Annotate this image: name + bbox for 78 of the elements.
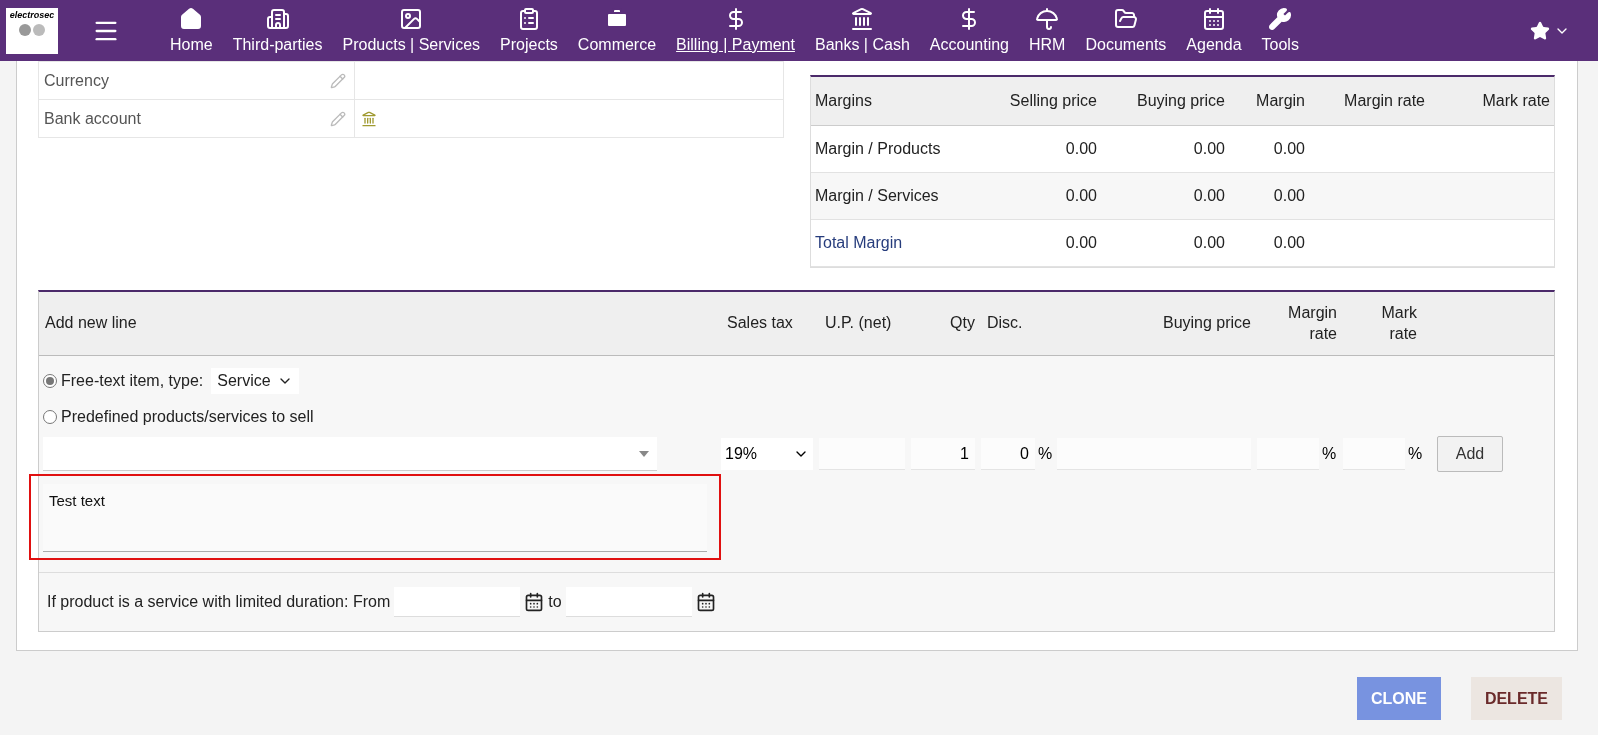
nav-item[interactable]: HRM <box>1019 7 1076 54</box>
calendar-icon <box>1201 7 1226 31</box>
row-label: Total Margin <box>814 234 904 252</box>
date-field[interactable] <box>394 587 521 617</box>
column-header: Margins <box>814 92 873 110</box>
product-select[interactable] <box>43 437 657 471</box>
date-field[interactable] <box>565 587 692 617</box>
option-label: Predefined products/services to sell <box>61 408 314 426</box>
row-label: Margin / Services <box>814 187 940 205</box>
table-cell-text: 0.00 <box>1064 187 1098 205</box>
nav-item[interactable]: Documents <box>1075 7 1177 54</box>
wrench-icon <box>1268 7 1293 31</box>
calendar-icon[interactable] <box>695 592 716 612</box>
column-header: Margin rate <box>1343 92 1426 110</box>
buying-price-field[interactable] <box>1057 438 1251 470</box>
nav-item[interactable]: Home <box>160 7 223 54</box>
nav-item[interactable]: Accounting <box>919 7 1019 54</box>
bank-icon <box>850 7 875 31</box>
add-button[interactable]: Add <box>1437 436 1503 472</box>
table-cell-text: 0.00 <box>1272 140 1306 158</box>
mark-rate-field[interactable] <box>1343 438 1405 470</box>
duration-label: If product is a service with limited duration: From <box>47 593 391 611</box>
panel-title: Add new line <box>44 313 138 334</box>
image-icon <box>399 7 424 31</box>
nav-item[interactable]: Tools <box>1251 7 1309 54</box>
type-select[interactable]: Service <box>211 368 299 394</box>
pencil-icon[interactable] <box>330 72 346 89</box>
building-icon <box>265 7 290 31</box>
column-header: Margin rate <box>1287 302 1338 344</box>
table-cell-text: 0.00 <box>1064 234 1098 252</box>
option-label: Free-text item, type: <box>61 372 204 390</box>
nav-item[interactable]: Banks | Cash <box>804 7 920 54</box>
table-cell-text: 0.00 <box>1272 187 1306 205</box>
table-cell-text: 0.00 <box>1192 140 1226 158</box>
table-cell-text: 0.00 <box>1192 187 1226 205</box>
table-cell-text: 0.00 <box>1064 140 1098 158</box>
pencil-icon[interactable] <box>330 110 346 127</box>
column-header: Margin <box>1255 92 1306 110</box>
nav-item[interactable]: Projects <box>490 7 568 54</box>
discount-field[interactable]: 0 <box>981 438 1035 470</box>
percent-sign: % <box>1322 445 1337 463</box>
house-icon <box>179 7 204 31</box>
column-header: Buying price <box>1161 313 1252 334</box>
nav-item[interactable]: Third-parties <box>222 7 333 54</box>
action-button[interactable]: DELETE <box>1470 677 1562 720</box>
to-label: to <box>548 593 562 611</box>
calendar-icon[interactable] <box>524 592 545 612</box>
column-header: U.P. (net) <box>824 313 893 334</box>
certification-icon <box>17 22 47 37</box>
label-text: Currency <box>44 71 109 90</box>
row-label: Margin / Products <box>814 140 942 158</box>
column-header: Selling price <box>1008 92 1098 110</box>
nav-item[interactable]: Commerce <box>567 7 667 54</box>
qty-field[interactable]: 1 <box>911 438 975 470</box>
label-text: Bank account <box>44 109 141 128</box>
percent-sign: % <box>1038 445 1053 463</box>
star-icon <box>1530 20 1550 41</box>
column-header: Qty <box>949 313 976 334</box>
nav-item[interactable]: Products | Services <box>332 7 491 54</box>
radio-button[interactable] <box>43 410 57 424</box>
logo-text: electrosec <box>9 9 55 20</box>
nav-item[interactable]: Agenda <box>1176 7 1252 54</box>
table-cell-text: 0.00 <box>1272 234 1306 252</box>
column-header: Disc. <box>986 313 1024 334</box>
column-header: Sales tax <box>726 313 794 334</box>
margin-rate-field[interactable] <box>1257 438 1319 470</box>
bank-icon <box>361 110 377 127</box>
percent-sign: % <box>1408 445 1423 463</box>
column-header: Mark rate <box>1380 302 1418 344</box>
column-header: Buying price <box>1135 92 1226 110</box>
umbrella-icon <box>1035 7 1060 31</box>
price-field[interactable] <box>819 438 905 470</box>
radio-button[interactable] <box>43 374 57 388</box>
table-cell-text: 0.00 <box>1192 234 1226 252</box>
sales-tax-select[interactable]: 19% <box>721 438 813 470</box>
nav-item[interactable]: Billing | Payment <box>666 7 805 54</box>
column-header: Mark rate <box>1481 92 1551 110</box>
folder-icon <box>1113 7 1138 31</box>
